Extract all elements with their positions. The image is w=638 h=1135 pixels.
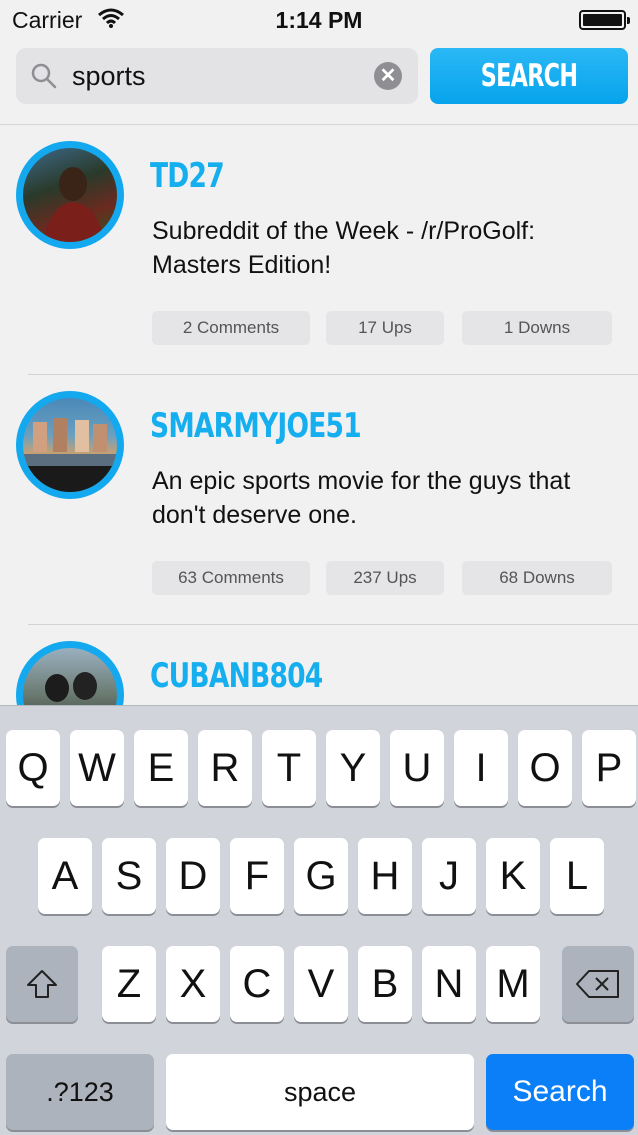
key-i[interactable]: I (454, 730, 508, 806)
keyboard: Q W E R T Y U I O P A S D F G H J K L Z … (0, 705, 638, 1135)
key-h[interactable]: H (358, 838, 412, 914)
key-y[interactable]: Y (326, 730, 380, 806)
key-a[interactable]: A (38, 838, 92, 914)
key-w[interactable]: W (70, 730, 124, 806)
downs-badge: 68 Downs (462, 561, 612, 595)
key-m[interactable]: M (486, 946, 540, 1022)
key-f[interactable]: F (230, 838, 284, 914)
key-l[interactable]: L (550, 838, 604, 914)
shift-key[interactable] (6, 946, 78, 1022)
key-x[interactable]: X (166, 946, 220, 1022)
shift-icon (27, 970, 57, 998)
key-j[interactable]: J (422, 838, 476, 914)
key-b[interactable]: B (358, 946, 412, 1022)
key-r[interactable]: R (198, 730, 252, 806)
post-divider (28, 624, 638, 625)
delete-key[interactable] (562, 946, 634, 1022)
feed-item[interactable]: TD27 Subreddit of the Week - /r/ProGolf:… (0, 126, 638, 376)
key-k[interactable]: K (486, 838, 540, 914)
feed-item[interactable]: SMARMYJOE51 An epic sports movie for the… (0, 376, 638, 626)
ups-badge: 17 Ups (326, 311, 444, 345)
post-divider (28, 374, 638, 375)
search-field[interactable]: ✕ (16, 48, 418, 104)
key-g[interactable]: G (294, 838, 348, 914)
key-z[interactable]: Z (102, 946, 156, 1022)
key-e[interactable]: E (134, 730, 188, 806)
comments-badge[interactable]: 63 Comments (152, 561, 310, 595)
downs-badge: 1 Downs (462, 311, 612, 345)
post-title: Subreddit of the Week - /r/ProGolf: Mast… (152, 217, 536, 279)
post-title: An epic sports movie for the guys that d… (152, 467, 571, 529)
key-n[interactable]: N (422, 946, 476, 1022)
battery-icon (579, 10, 630, 30)
key-p[interactable]: P (582, 730, 636, 806)
numbers-key[interactable]: .?123 (6, 1054, 154, 1130)
search-input[interactable] (72, 56, 372, 96)
search-key[interactable]: Search (486, 1054, 634, 1130)
post-username[interactable]: SMARMYJOE51 (150, 406, 362, 446)
post-username[interactable]: CUBANB804 (150, 656, 323, 696)
key-o[interactable]: O (518, 730, 572, 806)
key-t[interactable]: T (262, 730, 316, 806)
key-v[interactable]: V (294, 946, 348, 1022)
key-s[interactable]: S (102, 838, 156, 914)
key-c[interactable]: C (230, 946, 284, 1022)
key-q[interactable]: Q (6, 730, 60, 806)
key-u[interactable]: U (390, 730, 444, 806)
backspace-icon (576, 970, 619, 998)
ups-badge: 237 Ups (326, 561, 444, 595)
key-d[interactable]: D (166, 838, 220, 914)
clock: 1:14 PM (275, 7, 363, 33)
header-divider (0, 124, 638, 125)
status-bar: Carrier 1:14 PM (0, 0, 638, 40)
space-key[interactable]: space (166, 1054, 474, 1130)
post-username[interactable]: TD27 (150, 156, 225, 196)
avatar[interactable] (16, 141, 124, 249)
search-button-label: SEARCH (480, 58, 578, 94)
avatar[interactable] (16, 391, 124, 499)
search-icon (31, 63, 57, 89)
clear-search-icon[interactable]: ✕ (374, 62, 402, 90)
search-button[interactable]: SEARCH (430, 48, 628, 104)
comments-badge[interactable]: 2 Comments (152, 311, 310, 345)
